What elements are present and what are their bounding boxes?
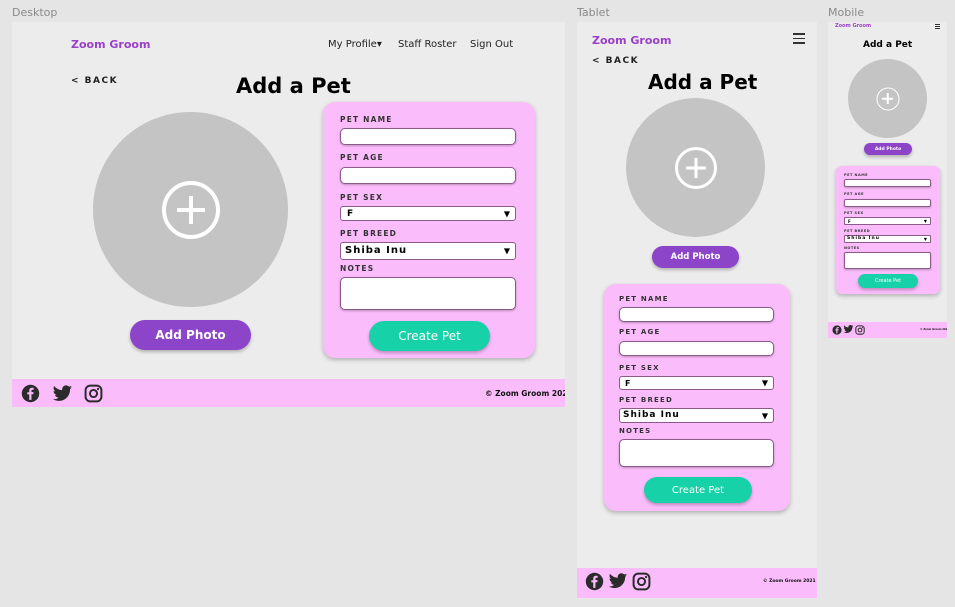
- back-link[interactable]: < BACK: [592, 56, 639, 66]
- pet-sex-label: PET SEX: [619, 364, 660, 372]
- add-circle-icon: [876, 87, 899, 110]
- pet-name-input[interactable]: [619, 307, 774, 322]
- add-circle-icon: .d-plus::before{width:28px;height:4px;} …: [161, 180, 220, 239]
- pet-breed-select[interactable]: Shiba Inu ▼: [844, 235, 931, 243]
- facebook-icon[interactable]: [21, 384, 40, 403]
- notes-label: NOTES: [340, 264, 375, 273]
- brand-logo[interactable]: Zoom Groom: [71, 38, 150, 51]
- instagram-icon[interactable]: [855, 325, 865, 335]
- twitter-icon[interactable]: [608, 573, 628, 590]
- notes-textarea[interactable]: [619, 439, 774, 467]
- create-pet-button[interactable]: Create Pet: [644, 477, 752, 503]
- frame-label-tablet: Tablet: [577, 6, 610, 19]
- brand-logo[interactable]: Zoom Groom: [835, 23, 871, 29]
- chevron-down-icon: ▼: [923, 236, 928, 242]
- chevron-down-icon: ▼: [923, 218, 928, 224]
- copyright-text: © Zoom Groom 2021: [920, 328, 947, 331]
- page-title: Add a Pet: [236, 74, 351, 98]
- create-pet-button[interactable]: Create Pet: [858, 274, 918, 288]
- photo-placeholder[interactable]: [626, 98, 765, 237]
- pet-sex-value: F: [848, 219, 852, 224]
- footer: © Zoom Groom 2021: [577, 568, 817, 598]
- chevron-down-icon: ▼: [503, 209, 511, 218]
- pet-age-input[interactable]: [844, 199, 931, 207]
- pet-name-label: PET NAME: [619, 295, 669, 303]
- create-pet-button[interactable]: Create Pet: [369, 321, 490, 351]
- photo-placeholder[interactable]: .d-plus::before{width:28px;height:4px;} …: [93, 112, 288, 307]
- menu-icon[interactable]: [935, 24, 940, 29]
- nav-sign-out[interactable]: Sign Out: [470, 39, 513, 50]
- notes-textarea[interactable]: [844, 252, 931, 269]
- pet-form: PET NAME PET AGE PET SEX F ▼ PET BREED S…: [323, 102, 535, 358]
- pet-breed-value: Shiba Inu: [623, 410, 680, 420]
- pet-name-input[interactable]: [844, 179, 931, 187]
- nav-my-profile[interactable]: My Profile▾: [328, 39, 382, 50]
- facebook-icon[interactable]: [585, 572, 604, 591]
- pet-form: PET NAME PET AGE PET SEX F ▼ PET BREED S…: [604, 284, 790, 511]
- pet-sex-value: F: [625, 379, 632, 388]
- footer: © Zoom Groom 2021: [828, 322, 947, 338]
- instagram-icon[interactable]: [84, 384, 103, 403]
- add-photo-button[interactable]: Add Photo: [130, 320, 251, 350]
- pet-form: PET NAME PET AGE PET SEX F ▼ PET BREED S…: [836, 166, 940, 294]
- pet-breed-value: Shiba Inu: [847, 236, 880, 241]
- pet-name-label: PET NAME: [340, 115, 393, 124]
- page-title: Add a Pet: [648, 70, 758, 94]
- pet-name-label: PET NAME: [844, 173, 869, 177]
- pet-age-input[interactable]: [340, 167, 516, 184]
- instagram-icon[interactable]: [632, 572, 651, 591]
- footer: © Zoom Groom 2021: [12, 379, 565, 407]
- twitter-icon[interactable]: [843, 325, 854, 334]
- frame-label-mobile: Mobile: [828, 6, 865, 19]
- notes-label: NOTES: [619, 427, 652, 435]
- pet-breed-label: PET BREED: [619, 396, 674, 404]
- tablet-frame: Zoom Groom < BACK Add a Pet Add Photo PE…: [577, 22, 817, 598]
- nav-staff-roster[interactable]: Staff Roster: [398, 39, 456, 50]
- copyright-text: © Zoom Groom 2021: [485, 389, 565, 398]
- pet-breed-label: PET BREED: [340, 229, 398, 238]
- pet-breed-label: PET BREED: [844, 229, 871, 233]
- pet-age-label: PET AGE: [619, 328, 661, 336]
- pet-sex-value: F: [347, 209, 355, 219]
- copyright-text: © Zoom Groom 2021: [763, 579, 816, 584]
- pet-age-label: PET AGE: [340, 153, 384, 162]
- back-link[interactable]: < BACK: [71, 76, 118, 86]
- pet-breed-select[interactable]: Shiba Inu ▼: [619, 408, 774, 423]
- chevron-down-icon: ▼: [761, 378, 769, 388]
- facebook-icon[interactable]: [832, 325, 842, 335]
- pet-age-input[interactable]: [619, 341, 774, 356]
- frame-label-desktop: Desktop: [12, 6, 58, 19]
- pet-sex-label: PET SEX: [844, 211, 864, 215]
- add-photo-button[interactable]: Add Photo: [864, 143, 912, 155]
- mobile-frame: Zoom Groom Add a Pet Add Photo PET NAME …: [828, 22, 947, 338]
- pet-sex-select[interactable]: F ▼: [340, 206, 516, 221]
- photo-placeholder[interactable]: [848, 59, 927, 138]
- notes-label: NOTES: [844, 246, 860, 250]
- pet-name-input[interactable]: [340, 128, 516, 145]
- add-circle-icon: [674, 146, 717, 189]
- notes-textarea[interactable]: [340, 277, 516, 310]
- menu-icon[interactable]: [793, 33, 805, 44]
- twitter-icon[interactable]: [52, 385, 73, 403]
- page-title: Add a Pet: [863, 40, 913, 50]
- add-photo-button[interactable]: Add Photo: [652, 246, 739, 268]
- chevron-down-icon: ▼: [761, 411, 769, 420]
- chevron-down-icon: ▼: [503, 246, 511, 256]
- pet-sex-select[interactable]: F ▼: [844, 217, 931, 225]
- pet-breed-select[interactable]: Shiba Inu ▼: [340, 242, 516, 260]
- desktop-frame: Zoom Groom My Profile▾ Staff Roster Sign…: [12, 22, 565, 407]
- brand-logo[interactable]: Zoom Groom: [592, 34, 671, 47]
- pet-breed-value: Shiba Inu: [345, 245, 408, 256]
- pet-sex-select[interactable]: F ▼: [619, 376, 774, 390]
- pet-sex-label: PET SEX: [340, 193, 384, 202]
- pet-age-label: PET AGE: [844, 192, 865, 196]
